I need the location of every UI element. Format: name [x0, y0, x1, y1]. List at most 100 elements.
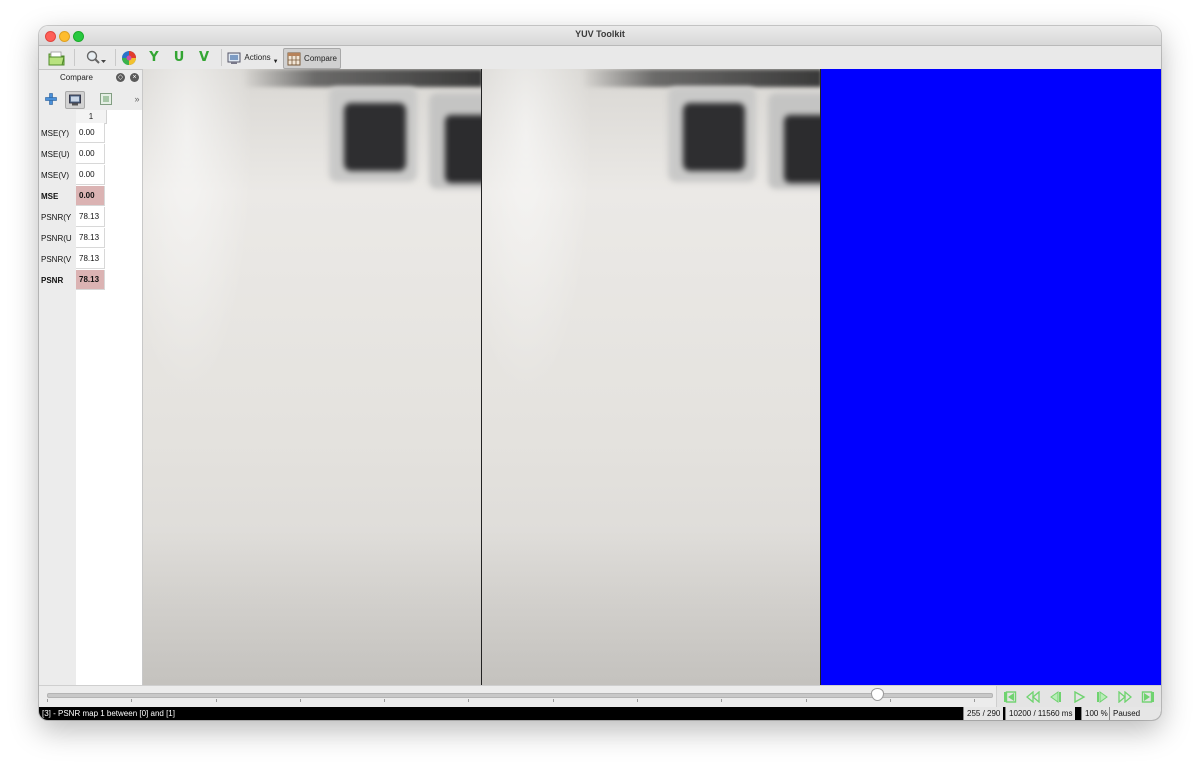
actions-label: Actions — [244, 53, 271, 62]
zoom-level: 100 % — [1081, 707, 1111, 720]
play-button[interactable] — [1070, 689, 1088, 705]
table-row: MSE(U) 0.00 — [39, 144, 106, 165]
color-wheel-icon — [122, 50, 136, 65]
player-controls — [996, 686, 1161, 708]
step-forward-icon — [1097, 691, 1108, 703]
video-frame-image — [482, 69, 820, 685]
slider-tick — [553, 699, 554, 702]
video-frame-image — [143, 69, 481, 685]
last-frame-button[interactable] — [1139, 689, 1157, 705]
psnr-map-view[interactable] — [821, 69, 1161, 685]
metric-value-cell[interactable]: 0.00 — [76, 186, 105, 206]
metric-value-cell[interactable]: 78.13 — [76, 270, 105, 290]
actions-icon — [227, 52, 241, 64]
main-toolbar: Y U V Actions ▼ Compare — [39, 46, 1161, 70]
metric-value-cell[interactable]: 78.13 — [76, 228, 105, 248]
folder-open-icon — [48, 51, 65, 65]
column-header: 1 — [76, 110, 107, 124]
playback-bar — [39, 685, 1161, 708]
row-label: PSNR(U — [41, 234, 72, 243]
skip-to-end-icon — [1141, 691, 1154, 703]
slider-tick — [974, 699, 975, 702]
metric-value-cell[interactable]: 0.00 — [76, 165, 105, 185]
compare-button[interactable]: Compare — [283, 48, 341, 69]
table-view-button[interactable] — [65, 91, 85, 109]
title-bar: YUV Toolkit — [39, 26, 1161, 46]
add-comparison-button[interactable] — [43, 91, 59, 107]
row-label: PSNR(Y — [41, 213, 72, 222]
rewind-button[interactable] — [1024, 689, 1042, 705]
frame-counter: 255 / 290 — [963, 707, 1004, 720]
plus-icon — [45, 93, 57, 105]
row-label: PSNR(V — [41, 255, 72, 264]
slider-tick — [300, 699, 301, 702]
zoom-dropdown-button[interactable] — [83, 48, 109, 67]
status-message: [3] - PSNR map 1 between [0] and [1] — [42, 709, 175, 718]
table-row: PSNR(Y 78.13 — [39, 207, 106, 228]
close-icon: × — [132, 74, 137, 81]
time-readout: 10200 / 11560 ms — [1005, 707, 1076, 720]
window-title: YUV Toolkit — [575, 29, 625, 39]
export-icon — [100, 93, 112, 105]
table-row: PSNR(V 78.13 — [39, 249, 106, 270]
compare-label: Compare — [304, 54, 337, 63]
open-file-button[interactable] — [47, 48, 67, 67]
rewind-icon — [1026, 691, 1040, 703]
table-row: MSE(V) 0.00 — [39, 165, 106, 186]
slider-tick — [384, 699, 385, 702]
u-channel-button[interactable]: U — [169, 48, 189, 67]
playback-state: Paused — [1109, 707, 1161, 720]
slider-tick — [890, 699, 891, 702]
frame-slider-track[interactable] — [47, 693, 993, 698]
compare-icon — [287, 52, 301, 65]
fast-forward-button[interactable] — [1116, 689, 1134, 705]
row-label: MSE — [41, 192, 59, 201]
step-back-icon — [1050, 691, 1061, 703]
more-tools-chevron-icon[interactable]: » — [132, 91, 142, 107]
first-frame-button[interactable] — [1001, 689, 1019, 705]
play-icon — [1074, 691, 1086, 703]
v-channel-button[interactable]: V — [194, 48, 214, 67]
monitor-icon — [69, 94, 81, 106]
compare-panel-toolbar: » — [39, 89, 142, 110]
slider-tick — [47, 699, 48, 702]
status-bar: [3] - PSNR map 1 between [0] and [1] 255… — [39, 707, 1161, 720]
slider-tick — [637, 699, 638, 702]
row-label: MSE(U) — [41, 150, 70, 159]
metric-value-cell[interactable]: 78.13 — [76, 207, 105, 227]
compare-panel: Compare ◇ × » 1 MSE(Y) 0.00 MSE(U) 0.00 … — [39, 70, 143, 685]
video-view-0[interactable] — [143, 69, 481, 685]
row-label: MSE(Y) — [41, 129, 69, 138]
skip-to-start-icon — [1004, 691, 1017, 703]
video-view-1[interactable] — [482, 69, 820, 685]
table-row: MSE 0.00 — [39, 186, 106, 207]
close-panel-button[interactable]: × — [130, 73, 139, 82]
compare-panel-header: Compare ◇ × — [39, 70, 142, 85]
table-row: PSNR(U 78.13 — [39, 228, 106, 249]
float-icon: ◇ — [117, 74, 124, 81]
float-panel-button[interactable]: ◇ — [116, 73, 125, 82]
previous-frame-button[interactable] — [1047, 689, 1065, 705]
table-row: MSE(Y) 0.00 — [39, 123, 106, 144]
slider-tick — [131, 699, 132, 702]
compare-panel-title: Compare — [60, 73, 93, 82]
metric-value-cell[interactable]: 0.00 — [76, 144, 105, 164]
next-frame-button[interactable] — [1093, 689, 1111, 705]
table-row: PSNR 78.13 — [39, 270, 106, 291]
slider-tick — [721, 699, 722, 702]
fast-forward-icon — [1118, 691, 1132, 703]
slider-ticks — [47, 699, 991, 703]
row-label: MSE(V) — [41, 171, 69, 180]
export-button[interactable] — [98, 91, 114, 107]
slider-tick — [216, 699, 217, 702]
app-window: YUV Toolkit Y U V Actions ▼ Compare Comp… — [39, 26, 1161, 720]
row-label: PSNR — [41, 276, 64, 285]
metrics-table: 1 MSE(Y) 0.00 MSE(U) 0.00 MSE(V) 0.00 MS… — [39, 110, 142, 685]
metric-value-cell[interactable]: 78.13 — [76, 249, 105, 269]
color-mode-button[interactable] — [120, 48, 138, 67]
slider-tick — [468, 699, 469, 702]
metric-value-cell[interactable]: 0.00 — [76, 123, 105, 143]
y-channel-button[interactable]: Y — [144, 48, 164, 67]
magnifier-icon — [86, 50, 106, 64]
actions-menu-button[interactable]: Actions ▼ — [226, 48, 280, 67]
